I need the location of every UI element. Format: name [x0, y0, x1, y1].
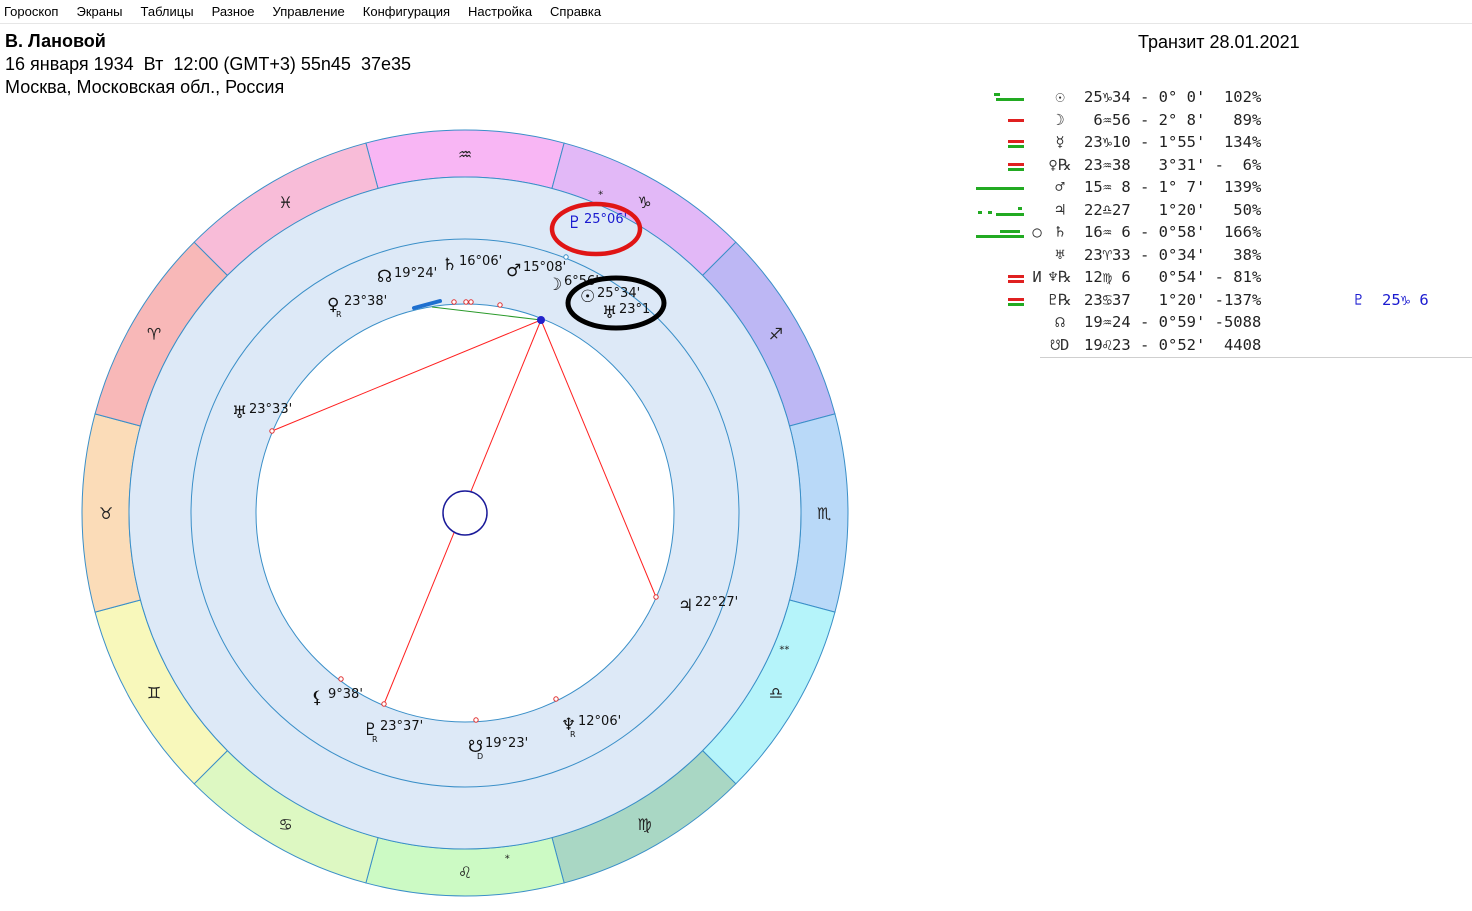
zodiac-sign-icon: ♊ — [147, 684, 161, 703]
retro-marker: R — [570, 730, 576, 739]
planet-point — [473, 717, 479, 723]
zodiac-sign-icon: ♌ — [458, 863, 472, 882]
planet-point — [563, 254, 569, 260]
degree-label: 25°06' — [584, 212, 627, 227]
planet-point — [553, 696, 559, 702]
zodiac-sign-icon: ♉ — [99, 504, 113, 523]
zodiac-sign-icon: ♒ — [458, 145, 472, 164]
degree-label: 16°06' — [459, 254, 502, 269]
degree-label: 23°38' — [344, 294, 387, 309]
degree-label: 15°08' — [523, 260, 566, 275]
zodiac-sign-icon: ♑ — [637, 193, 651, 212]
degree-label: 12°06' — [578, 714, 621, 729]
degree-label: 22°27' — [695, 595, 738, 610]
saturn-symbol-icon: ♄ — [442, 255, 457, 275]
zodiac-sign-icon: ♏ — [817, 504, 831, 523]
star-marker: ** — [779, 645, 789, 656]
earth-center — [442, 490, 488, 536]
chart-wheel[interactable]: ♒♑*♐♏♎**♍♌*♋♊♉♈♓ ♇ 25°06'☉ 25°34'♅ 23°1☽ 6°5… — [0, 0, 1472, 911]
retro-marker: R — [372, 735, 378, 744]
zodiac-sign-icon: ♍ — [637, 815, 651, 834]
degree-label: 19°23' — [485, 736, 528, 751]
degree-label: 23°37' — [380, 719, 423, 734]
degree-label: 23°1 — [619, 302, 650, 317]
degree-label: 23°33' — [249, 402, 292, 417]
degree-label: 25°34' — [597, 286, 640, 301]
sun-symbol-icon: ☉ — [580, 287, 595, 307]
retro-marker: D — [477, 752, 483, 761]
zodiac-sign-icon: ♈ — [147, 325, 161, 344]
lilith-symbol-icon: ⚸ — [311, 688, 323, 708]
planet-point — [381, 701, 387, 707]
sun-point — [537, 316, 545, 324]
node-symbol-icon: ☊ — [377, 267, 392, 287]
planet-point — [451, 299, 457, 305]
planet-point — [468, 299, 474, 305]
moon-symbol-icon: ☽ — [547, 275, 562, 295]
pluto-transit-symbol-icon: ♇ — [567, 213, 582, 233]
zodiac-sign-icon: ♋ — [278, 815, 292, 834]
zodiac-sign-icon: ♎ — [769, 684, 783, 703]
mars-symbol-icon: ♂ — [506, 261, 521, 281]
planet-point — [269, 428, 275, 434]
jupiter-symbol-icon: ♃ — [678, 596, 693, 616]
zodiac-sign-icon: ♐ — [769, 325, 783, 344]
planet-point — [497, 302, 503, 308]
uranus-symbol-icon: ♅ — [602, 303, 617, 323]
degree-label: 19°24' — [394, 266, 437, 281]
star-marker: * — [598, 190, 603, 201]
planet-point — [338, 676, 344, 682]
star-marker: * — [505, 853, 510, 864]
planet-point — [653, 594, 659, 600]
degree-label: 9°38' — [328, 687, 363, 702]
planet-point — [463, 299, 469, 305]
retro-marker: R — [336, 310, 342, 319]
uranus2-symbol-icon: ♅ — [232, 403, 247, 423]
zodiac-sign-icon: ♓ — [278, 193, 292, 212]
